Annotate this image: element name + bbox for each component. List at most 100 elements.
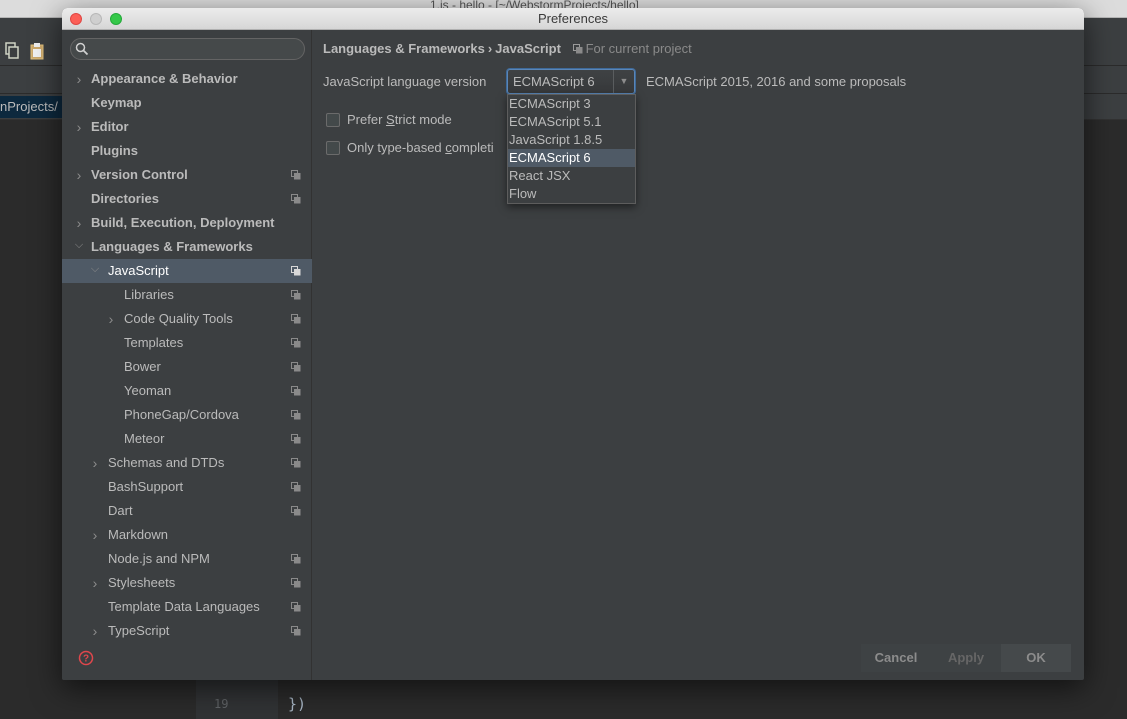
tree-item[interactable]: Template Data Languages xyxy=(62,595,312,619)
tree-item-label: Yeoman xyxy=(124,383,172,398)
tree-item[interactable]: Dart xyxy=(62,499,312,523)
tree-item[interactable]: › Markdown xyxy=(62,523,312,547)
tree-item[interactable]: › Stylesheets xyxy=(62,571,312,595)
project-scope-icon xyxy=(291,266,301,276)
tree-item[interactable]: › Appearance & Behavior xyxy=(62,67,312,91)
tree-item-label: Templates xyxy=(124,335,184,350)
chevron-right-icon[interactable]: › xyxy=(73,67,85,91)
tree-item[interactable]: Meteor xyxy=(62,427,312,451)
dropdown-option[interactable]: ECMAScript 5.1 xyxy=(508,113,635,131)
copy-icon[interactable] xyxy=(4,42,20,60)
tree-item-label: Schemas and DTDs xyxy=(108,455,225,470)
line-number: 19 xyxy=(214,697,229,711)
tree-item-label: Code Quality Tools xyxy=(124,311,233,326)
tree-item[interactable]: ⌵ JavaScript xyxy=(62,259,312,283)
language-version-description: ECMAScript 2015, 2016 and some proposals xyxy=(646,74,907,89)
tree-item[interactable]: › TypeScript xyxy=(62,619,312,643)
tree-item[interactable]: Directories xyxy=(62,187,312,211)
project-scope-icon xyxy=(291,458,301,468)
dialog-titlebar[interactable]: Preferences xyxy=(62,8,1084,30)
project-scope-icon xyxy=(291,602,301,612)
tree-item-label: Bower xyxy=(124,359,161,374)
tree-item[interactable]: › Build, Execution, Deployment xyxy=(62,211,312,235)
tree-item[interactable]: BashSupport xyxy=(62,475,312,499)
project-scope-icon xyxy=(291,362,301,372)
breadcrumb-item: Languages & Frameworks xyxy=(323,41,485,56)
tree-item-label: Build, Execution, Deployment xyxy=(91,215,275,230)
project-scope-icon xyxy=(291,386,301,396)
dropdown-option[interactable]: React JSX xyxy=(508,167,635,185)
chevron-right-icon[interactable]: › xyxy=(89,451,101,475)
project-path-fragment[interactable]: nProjects/ xyxy=(0,96,62,118)
tree-item-label: Appearance & Behavior xyxy=(91,71,238,86)
tree-item-label: Editor xyxy=(91,119,129,134)
tree-item[interactable]: Keymap xyxy=(62,91,312,115)
project-scope-icon xyxy=(291,290,301,300)
tree-item[interactable]: Templates xyxy=(62,331,312,355)
language-version-dropdown: ECMAScript 3 ECMAScript 5.1 JavaScript 1.8… xyxy=(507,94,636,204)
project-scope-icon xyxy=(291,554,301,564)
settings-tree: › Appearance & Behavior Keymap › Editor Plugi… xyxy=(62,30,312,680)
type-based-label-pre: Only type-based xyxy=(347,140,446,155)
tree-item-label: Version Control xyxy=(91,167,188,182)
tree-item[interactable]: Yeoman xyxy=(62,379,312,403)
breadcrumb: Languages & Frameworks › JavaScript For cu… xyxy=(323,41,692,56)
project-scope-icon xyxy=(291,194,301,204)
prefer-strict-mode-checkbox[interactable] xyxy=(326,113,340,127)
prefer-strict-label-pre: Prefer xyxy=(347,112,387,127)
project-scope-icon xyxy=(572,44,583,54)
chevron-right-icon[interactable]: › xyxy=(73,163,85,187)
chevron-down-icon[interactable]: ▼ xyxy=(613,70,634,93)
tree-item-label: PhoneGap/Cordova xyxy=(124,407,239,422)
tree-item[interactable]: Libraries xyxy=(62,283,312,307)
chevron-right-icon[interactable]: › xyxy=(73,211,85,235)
paste-icon[interactable] xyxy=(29,42,45,60)
tree-item-label: Template Data Languages xyxy=(108,599,260,614)
project-scope-icon xyxy=(291,506,301,516)
dialog-title: Preferences xyxy=(537,11,609,26)
settings-search-input[interactable] xyxy=(70,38,305,60)
prefer-strict-mnemonic: S xyxy=(386,112,395,127)
svg-text:?: ? xyxy=(83,654,89,665)
tree-item[interactable]: › Editor xyxy=(62,115,312,139)
tree-item[interactable]: Node.js and NPM xyxy=(62,547,312,571)
chevron-right-icon[interactable]: › xyxy=(89,619,101,643)
dropdown-option[interactable]: Flow xyxy=(508,185,635,203)
prefer-strict-mode-label[interactable]: Prefer Strict mode xyxy=(347,112,452,127)
tree-item[interactable]: › Version Control xyxy=(62,163,312,187)
dropdown-option[interactable]: JavaScript 1.8.5 xyxy=(508,131,635,149)
chevron-right-icon[interactable]: › xyxy=(89,523,101,547)
apply-button[interactable]: Apply xyxy=(931,644,1001,672)
tree-item-label: Markdown xyxy=(108,527,168,542)
settings-content: Languages & Frameworks › JavaScript For cu… xyxy=(313,30,1084,680)
language-version-select[interactable]: ECMAScript 6 ▼ xyxy=(507,69,635,94)
chevron-right-icon[interactable]: › xyxy=(105,307,117,331)
ok-button[interactable]: OK xyxy=(1001,644,1071,672)
project-scope-icon xyxy=(291,314,301,324)
dropdown-option[interactable]: ECMAScript 6 xyxy=(508,149,635,167)
tree-item[interactable]: › Code Quality Tools xyxy=(62,307,312,331)
dropdown-option[interactable]: ECMAScript 3 xyxy=(508,95,635,113)
cancel-button[interactable]: Cancel xyxy=(861,644,931,672)
tree-item[interactable]: › Schemas and DTDs xyxy=(62,451,312,475)
chevron-right-icon[interactable]: › xyxy=(73,115,85,139)
chevron-down-icon[interactable]: ⌵ xyxy=(89,259,101,283)
tree-item[interactable]: PhoneGap/Cordova xyxy=(62,403,312,427)
type-based-completion-checkbox[interactable] xyxy=(326,141,340,155)
tree-item[interactable]: Plugins xyxy=(62,139,312,163)
tree-item-label: Plugins xyxy=(91,143,138,158)
help-icon[interactable]: ? xyxy=(78,650,94,666)
project-scope-icon xyxy=(291,170,301,180)
tree-item-label: Languages & Frameworks xyxy=(91,239,253,254)
type-based-completion-label[interactable]: Only type-based completi xyxy=(347,140,494,155)
chevron-right-icon[interactable]: › xyxy=(89,571,101,595)
prefer-strict-label-post: trict mode xyxy=(394,112,452,127)
scope-label: For current project xyxy=(585,41,692,56)
tree-item-label: Directories xyxy=(91,191,159,206)
tree-item[interactable]: Bower xyxy=(62,355,312,379)
code-line: }) xyxy=(288,695,307,713)
language-version-value: ECMAScript 6 xyxy=(513,74,595,89)
chevron-down-icon[interactable]: ⌵ xyxy=(73,235,85,259)
project-scope-icon xyxy=(291,434,301,444)
tree-item[interactable]: ⌵ Languages & Frameworks xyxy=(62,235,312,259)
